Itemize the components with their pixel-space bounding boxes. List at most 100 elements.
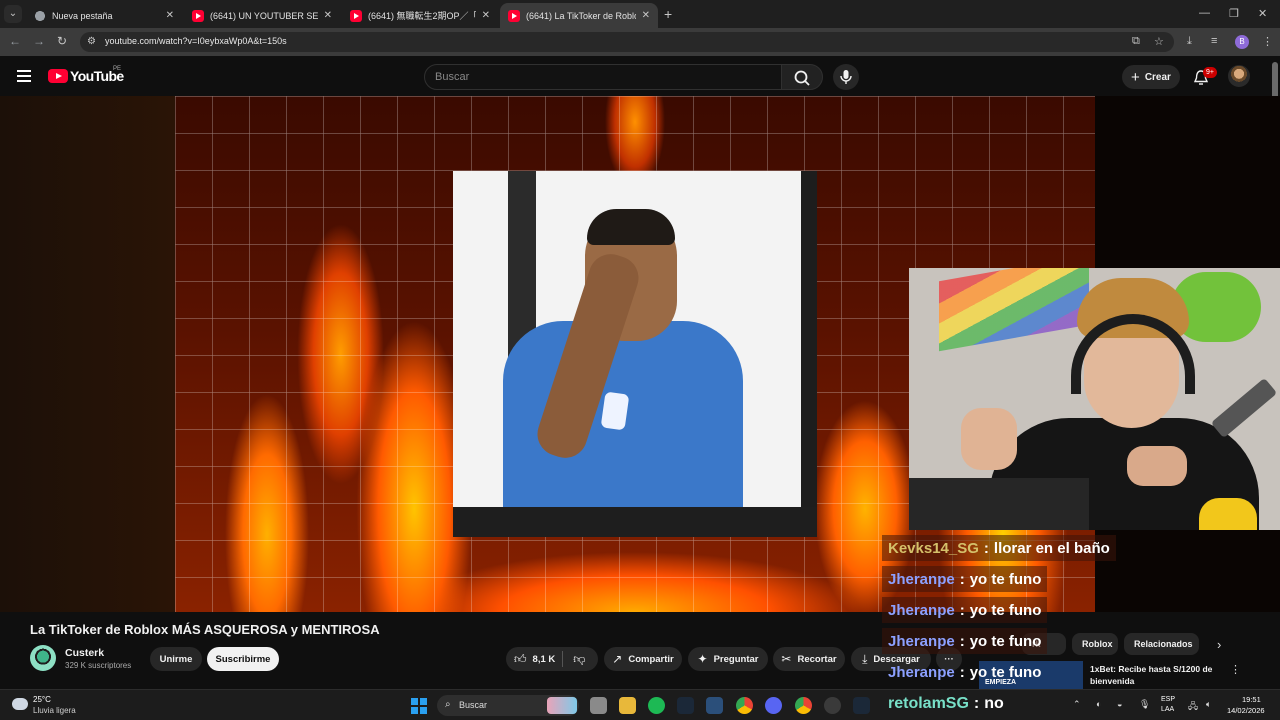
weather-desc[interactable]: Lluvia ligera	[33, 706, 76, 715]
channel-avatar[interactable]	[30, 645, 56, 671]
chrome-profile-icon[interactable]	[795, 697, 812, 714]
chat-separator: :	[973, 695, 980, 712]
chat-separator: :	[983, 539, 989, 557]
search-highlight-icon[interactable]	[547, 697, 577, 714]
youtube-icon	[350, 9, 362, 22]
file-explorer-icon[interactable]	[619, 697, 636, 714]
close-tab-icon[interactable]: ✕	[482, 10, 490, 21]
close-tab-icon[interactable]: ✕	[642, 10, 650, 21]
discord-icon[interactable]	[765, 697, 782, 714]
tray-app-icon[interactable]: ◐	[1096, 699, 1101, 709]
subscriber-count: 329 K suscriptores	[65, 661, 132, 670]
subscribe-button[interactable]: Suscribirme	[207, 647, 279, 671]
back-icon[interactable]: ←	[9, 34, 21, 48]
streamer-webcam	[909, 268, 1280, 530]
task-view-icon[interactable]	[590, 697, 607, 714]
like-count[interactable]: 8,1 K	[533, 654, 556, 665]
chat-username: Jheranpe	[888, 632, 955, 650]
download-icon: ⤓	[862, 651, 868, 666]
clock-date[interactable]: 14/02/2026	[1227, 706, 1265, 715]
taskbar-search-placeholder: Buscar	[459, 700, 488, 710]
hamburger-menu-icon[interactable]	[17, 70, 31, 82]
channel-name[interactable]: Custerk	[65, 647, 104, 659]
create-button[interactable]: + Crear	[1122, 65, 1180, 89]
minimize-icon[interactable]: —	[1199, 7, 1210, 19]
browser-tab-active[interactable]: (6641) La TikToker de Roblox M ✕	[500, 3, 658, 28]
clip-label: Recortar	[797, 653, 837, 665]
weather-cloud-icon[interactable]	[12, 698, 28, 710]
windows-start-icon[interactable]	[411, 698, 427, 714]
youtube-icon	[508, 9, 520, 22]
tray-app-icon[interactable]: ◒	[1117, 699, 1122, 709]
thumbs-up-icon[interactable]: 👍︎	[514, 652, 527, 667]
restore-icon[interactable]: ❐	[1229, 7, 1239, 20]
clip-button[interactable]: ✂ Recortar	[773, 647, 845, 671]
tab-label: (6641) 無職転生2期OP／「無職	[368, 11, 476, 21]
ask-button[interactable]: ✦ Preguntar	[688, 647, 768, 671]
clock-time[interactable]: 19:51	[1242, 695, 1261, 704]
omnibox[interactable]: ⚙ youtube.com/watch?v=I0eybxaWp0A&t=150s	[80, 32, 1174, 52]
chat-text: no	[984, 695, 1004, 712]
chip-label: Relacionados	[1134, 639, 1193, 649]
ad-title[interactable]: 1xBet: Recibe hasta S/1200 de bienvenida	[1090, 663, 1225, 687]
weather-temp[interactable]: 25°C	[33, 695, 51, 704]
user-avatar[interactable]	[1228, 65, 1250, 87]
video-title: La TikToker de Roblox MÁS ASQUEROSA y ME…	[30, 622, 380, 637]
profile-avatar[interactable]: B	[1235, 35, 1249, 49]
new-tab-icon[interactable]: +	[664, 6, 672, 22]
volume-icon[interactable]: 🔈︎	[1206, 699, 1211, 710]
bookmark-star-icon[interactable]: ☆	[1154, 35, 1164, 48]
ad-more-icon[interactable]: ⋮	[1230, 663, 1241, 676]
browser-tab[interactable]: (6641) UN YOUTUBER SE METI ✕	[184, 3, 340, 28]
forward-icon[interactable]: →	[33, 34, 45, 48]
app-icon[interactable]	[824, 697, 841, 714]
search-input[interactable]: Buscar	[424, 64, 782, 90]
app-icon[interactable]	[706, 697, 723, 714]
thumbs-down-icon[interactable]: 👎︎	[573, 652, 585, 667]
join-button[interactable]: Unirme	[150, 647, 202, 671]
chrome-icon[interactable]	[736, 697, 753, 714]
close-tab-icon[interactable]: ✕	[166, 10, 174, 21]
chat-message: Jheranpe : yo te funo	[882, 659, 1047, 685]
country-code: PE	[113, 66, 122, 72]
browser-tab[interactable]: Nueva pestaña ✕	[26, 3, 182, 28]
chevron-up-icon[interactable]: ⌃	[1073, 699, 1081, 710]
reading-list-icon[interactable]: ≡	[1211, 35, 1217, 47]
tab-label: (6641) La TikToker de Roblox M	[526, 10, 636, 21]
reload-icon[interactable]: ↻	[57, 34, 67, 48]
video-letterbox-left	[0, 96, 175, 612]
close-tab-icon[interactable]: ✕	[324, 10, 332, 21]
chat-username: retolamSG	[888, 695, 969, 712]
tab-search-button[interactable]: ⌄	[4, 5, 22, 23]
network-icon[interactable]: 🖧︎	[1188, 699, 1198, 715]
keyboard-layout[interactable]: LAA	[1161, 706, 1174, 713]
language-code[interactable]: ESP	[1161, 696, 1175, 703]
search-placeholder: Buscar	[435, 71, 470, 83]
spotify-icon[interactable]	[648, 697, 665, 714]
steam-icon[interactable]	[853, 697, 870, 714]
chevron-right-icon[interactable]: ›	[1217, 637, 1221, 652]
steam-icon[interactable]	[677, 697, 694, 714]
filter-chip[interactable]: Roblox	[1072, 633, 1118, 655]
voice-search-button[interactable]	[833, 64, 859, 90]
scissors-icon: ✂	[781, 652, 792, 666]
browser-tab[interactable]: (6641) 無職転生2期OP／「無職 ✕	[342, 3, 498, 28]
ask-label: Preguntar	[713, 653, 759, 665]
globe-icon	[34, 9, 46, 22]
chat-message: Jheranpe : yo te funo	[882, 628, 1048, 654]
site-info-icon[interactable]: ⚙	[87, 36, 96, 47]
downloads-icon[interactable]: ⤓	[1187, 35, 1192, 48]
cast-icon[interactable]: ⧉	[1132, 35, 1140, 48]
url-text[interactable]: youtube.com/watch?v=I0eybxaWp0A&t=150s	[105, 36, 287, 46]
microphone-icon[interactable]: 🎙︎	[1139, 699, 1150, 710]
windows-taskbar: 25°C Lluvia ligera ⌕ Buscar ⌃ ◐ ◒ 🎙︎ ESP…	[0, 689, 1280, 720]
filter-chip[interactable]: Relacionados	[1124, 633, 1199, 655]
menu-kebab-icon[interactable]: ⋮	[1262, 35, 1273, 48]
share-button[interactable]: ↗ Compartir	[604, 647, 682, 671]
share-label: Compartir	[628, 653, 674, 665]
youtube-logo-icon[interactable]	[48, 69, 68, 83]
youtube-icon	[192, 9, 204, 22]
close-window-icon[interactable]: ✕	[1258, 7, 1267, 20]
search-button[interactable]	[781, 64, 823, 90]
chat-text: yo te funo	[969, 601, 1042, 619]
